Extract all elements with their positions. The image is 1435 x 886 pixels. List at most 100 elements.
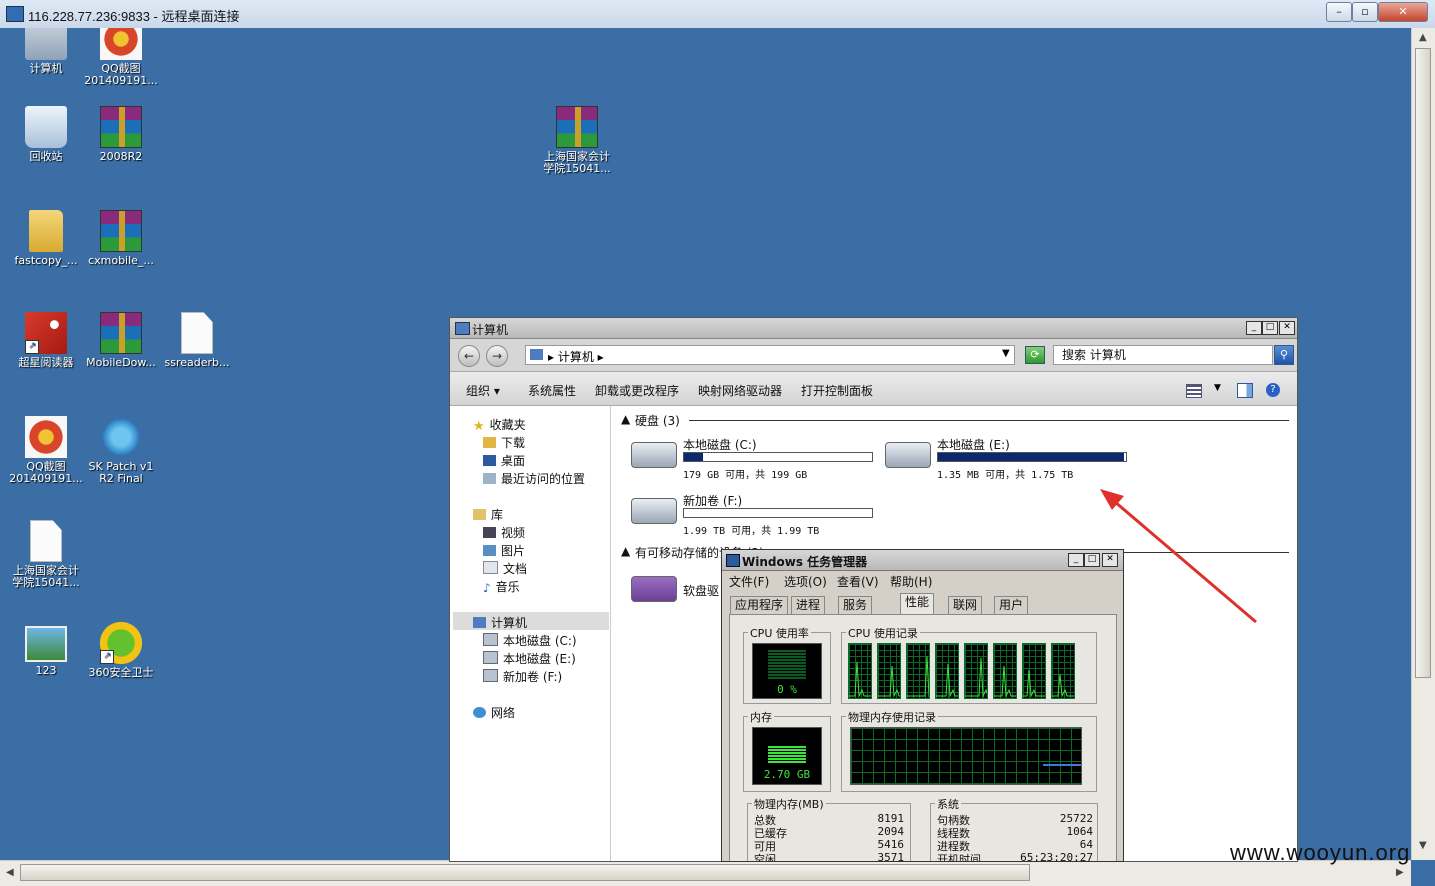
rdp-restore-button[interactable]: ▫ [1352, 2, 1378, 22]
folder-icon [483, 437, 496, 448]
nav-documents[interactable]: 文档 [483, 560, 527, 577]
nav-pictures[interactable]: 图片 [483, 542, 525, 559]
desktop-icon-qq-screenshot-2[interactable]: QQ截图 201409191... [8, 416, 84, 485]
task-manager-title-bar[interactable]: Windows 任务管理器 _ □ ✕ [722, 550, 1123, 571]
desktop-icon [483, 455, 496, 466]
uninstall-program-button[interactable]: 卸载或更改程序 [595, 382, 679, 399]
drive-usage-bar [683, 508, 873, 518]
picture-icon [25, 626, 67, 662]
nav-desktop[interactable]: 桌面 [483, 452, 525, 469]
nav-music[interactable]: ♪ 音乐 [483, 578, 520, 595]
address-box[interactable]: ▸ 计算机 ▸ ▼ [525, 345, 1015, 365]
drive-info: 1.99 TB 可用，共 1.99 TB [683, 526, 820, 537]
nav-recent-places[interactable]: 最近访问的位置 [483, 470, 585, 487]
drive-usage-fill [684, 453, 703, 461]
desktop-icon-shanghai-file[interactable]: 上海国家会计 学院15041... [8, 520, 84, 589]
scroll-down-icon[interactable]: ▼ [1419, 840, 1427, 851]
preview-pane-icon[interactable] [1237, 383, 1253, 398]
drive-e[interactable]: 本地磁盘 (E:) 1.35 MB 可用，共 1.75 TB [885, 436, 1135, 481]
rdp-window-title: 116.228.77.236:9833 - 远程桌面连接 [28, 9, 240, 24]
desktop-icon-cxmobile[interactable]: cxmobile_... [83, 210, 159, 267]
refresh-button[interactable]: ⟳ [1025, 346, 1045, 364]
explorer-maximize-button[interactable]: □ [1262, 321, 1278, 335]
desktop-icon-sk-patch[interactable]: SK Patch v1 R2 Final [83, 416, 159, 485]
task-manager-window[interactable]: Windows 任务管理器 _ □ ✕ 文件(F) 选项(O) 查看(V) 帮助… [721, 549, 1124, 862]
desktop-icon-fastcopy[interactable]: fastcopy_... [8, 210, 84, 267]
drive-usage-bar [683, 452, 873, 462]
tab-applications[interactable]: 应用程序 [730, 596, 789, 614]
nav-drive-f[interactable]: 新加卷 (F:) [483, 668, 562, 685]
group-expand-icon[interactable]: ▲ [621, 544, 630, 558]
drive-c[interactable]: 本地磁盘 (C:) 179 GB 可用，共 199 GB [631, 436, 881, 481]
desktop-icon-qq-screenshot-1[interactable]: QQ截图 201409191... [83, 28, 159, 87]
cpu-history-graphs [848, 639, 1088, 699]
tab-performance[interactable]: 性能 [900, 593, 935, 614]
task-manager-minimize-button[interactable]: _ [1068, 553, 1084, 567]
cpu-usage-value: 0 % [777, 683, 797, 696]
menu-file[interactable]: 文件(F) [729, 573, 769, 590]
computer-icon [455, 322, 470, 335]
desktop-icon-recycle-bin[interactable]: 回收站 [8, 106, 84, 163]
nav-network[interactable]: 网络 [473, 704, 515, 721]
library-icon [473, 509, 486, 520]
menu-options[interactable]: 选项(O) [784, 573, 827, 590]
cpu-core-series [878, 665, 900, 698]
scroll-right-icon[interactable]: ▶ [1396, 867, 1404, 878]
scroll-left-icon[interactable]: ◀ [6, 867, 14, 878]
drive-f[interactable]: 新加卷 (F:) 1.99 TB 可用，共 1.99 TB [631, 492, 881, 537]
desktop-icon-123[interactable]: 123 [8, 626, 84, 677]
tab-networking[interactable]: 联网 [948, 596, 983, 614]
rdp-title-bar[interactable]: 116.228.77.236:9833 - 远程桌面连接 – ▫ ✕ [0, 0, 1435, 29]
system-properties-button[interactable]: 系统属性 [528, 382, 576, 399]
desktop-icon-ssreader[interactable]: ssreaderb... [159, 312, 235, 369]
desktop-icon-chaoxing-reader[interactable]: ↗ 超星阅读器 [8, 312, 84, 369]
back-button[interactable]: ← [458, 345, 480, 367]
map-network-drive-button[interactable]: 映射网络驱动器 [698, 382, 782, 399]
group-expand-icon[interactable]: ▲ [621, 412, 630, 426]
organize-button[interactable]: 组织 ▾ [466, 382, 500, 399]
nav-drive-c[interactable]: 本地磁盘 (C:) [483, 632, 577, 649]
nav-drive-e[interactable]: 本地磁盘 (E:) [483, 650, 576, 667]
pictures-icon [483, 545, 496, 556]
phys-mem-value: 3571 [877, 851, 905, 862]
desktop-icon-shanghai-archive[interactable]: 上海国家会计 学院15041... [539, 106, 615, 175]
nav-favorites[interactable]: ★ 收藏夹 [473, 416, 526, 434]
nav-computer[interactable]: 计算机 [473, 614, 527, 631]
explorer-title-bar[interactable]: 计算机 _ □ ✕ [450, 318, 1297, 339]
forward-button[interactable]: → [486, 345, 508, 367]
vertical-scrollbar[interactable]: ▲ ▼ [1411, 28, 1435, 860]
address-path[interactable]: ▸ 计算机 ▸ [548, 348, 604, 365]
group-header-hard-disks[interactable]: 硬盘 (3) [635, 412, 680, 429]
tab-processes[interactable]: 进程 [791, 596, 826, 614]
rdp-close-button[interactable]: ✕ [1378, 2, 1428, 22]
desktop-icon-mobiledow[interactable]: MobileDow... [83, 312, 159, 369]
nav-downloads[interactable]: 下载 [483, 434, 525, 451]
navigation-pane[interactable]: ★ 收藏夹 下载 桌面 最近访问的位置 库 视频 图片 文档 ♪ 音乐 计算机 本地… [453, 406, 611, 861]
tab-services[interactable]: 服务 [838, 596, 873, 614]
nav-videos[interactable]: 视频 [483, 524, 525, 541]
system-drive-icon [483, 633, 498, 646]
horizontal-scrollbar[interactable]: ◀ ▶ [0, 860, 1411, 886]
view-dropdown-icon[interactable]: ▼ [1214, 383, 1221, 393]
desktop-icon-computer[interactable]: 计算机 [8, 28, 84, 75]
menu-help[interactable]: 帮助(H) [890, 573, 932, 590]
horizontal-scroll-thumb[interactable] [20, 864, 1030, 881]
help-icon[interactable]: ? [1266, 383, 1280, 397]
nav-libraries[interactable]: 库 [473, 506, 503, 523]
tab-users[interactable]: 用户 [994, 596, 1029, 614]
explorer-close-button[interactable]: ✕ [1279, 321, 1295, 335]
system-value: 64 [1079, 838, 1093, 851]
vertical-scroll-thumb[interactable] [1415, 48, 1431, 678]
view-options-icon[interactable] [1186, 384, 1202, 398]
desktop-icon-360-security[interactable]: ↗ 360安全卫士 [83, 622, 159, 679]
explorer-minimize-button[interactable]: _ [1246, 321, 1262, 335]
search-icon[interactable]: ⚲ [1274, 345, 1294, 365]
rdp-minimize-button[interactable]: – [1326, 2, 1352, 22]
scroll-up-icon[interactable]: ▲ [1419, 32, 1427, 43]
menu-view[interactable]: 查看(V) [837, 573, 879, 590]
desktop-icon-2008r2[interactable]: 2008R2 [83, 106, 159, 163]
open-control-panel-button[interactable]: 打开控制面板 [801, 382, 873, 399]
memory-history-label: 物理内存使用记录 [846, 709, 938, 725]
search-input[interactable]: 搜索 计算机 [1053, 345, 1273, 365]
address-dropdown-icon[interactable]: ▼ [1002, 348, 1010, 359]
